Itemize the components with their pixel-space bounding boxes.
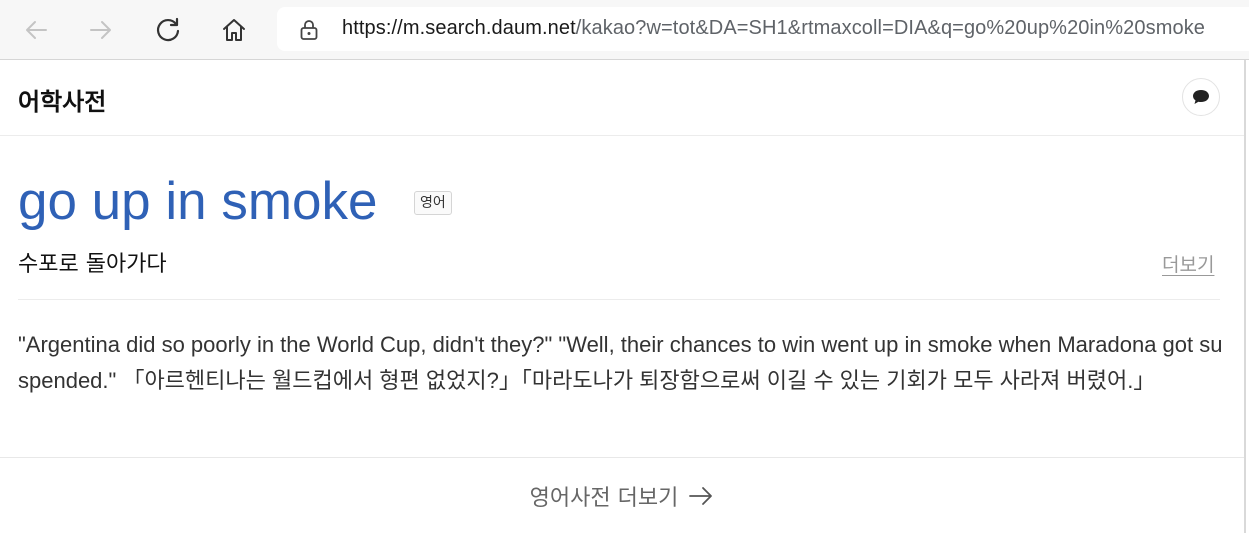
reload-button[interactable] — [150, 12, 186, 48]
address-bar[interactable]: https://m.search.daum.net/kakao?w=tot&DA… — [277, 7, 1249, 51]
browser-toolbar: https://m.search.daum.net/kakao?w=tot&DA… — [0, 0, 1249, 60]
english-dictionary-more-link[interactable]: 영어사전 더보기 — [0, 478, 1244, 514]
home-icon — [223, 19, 245, 41]
divider — [0, 457, 1244, 458]
comment-button[interactable] — [1182, 78, 1220, 116]
reload-icon — [156, 17, 180, 42]
speech-bubble-icon — [1193, 90, 1209, 104]
url-text[interactable]: https://m.search.daum.net/kakao?w=tot&DA… — [342, 17, 1205, 40]
forward-button[interactable] — [83, 12, 119, 48]
language-badge: 영어 — [414, 191, 452, 215]
arrow-left-icon — [26, 21, 47, 39]
page-title: 어학사전 — [18, 88, 107, 116]
footer-more-label: 영어사전 더보기 — [529, 486, 679, 511]
example-sentence: "Argentina did so poorly in the World Cu… — [18, 332, 1223, 393]
page-header: 어학사전 — [0, 60, 1244, 136]
more-link[interactable]: 더보기 — [1162, 250, 1214, 277]
home-button[interactable] — [216, 12, 252, 48]
lock-icon[interactable] — [299, 19, 319, 41]
divider — [18, 299, 1220, 300]
arrow-right-icon — [689, 487, 713, 505]
url-path: /kakao?w=tot&DA=SH1&rtmaxcoll=DIA&q=go%2… — [575, 17, 1206, 39]
scrollbar-edge — [1244, 60, 1246, 533]
entry-meaning: 수포로 돌아가다 — [18, 252, 167, 277]
url-host: https://m.search.daum.net — [342, 17, 576, 39]
entry-word-link[interactable]: go up in smoke — [18, 170, 377, 234]
arrow-right-icon — [90, 21, 111, 39]
back-button[interactable] — [18, 12, 54, 48]
